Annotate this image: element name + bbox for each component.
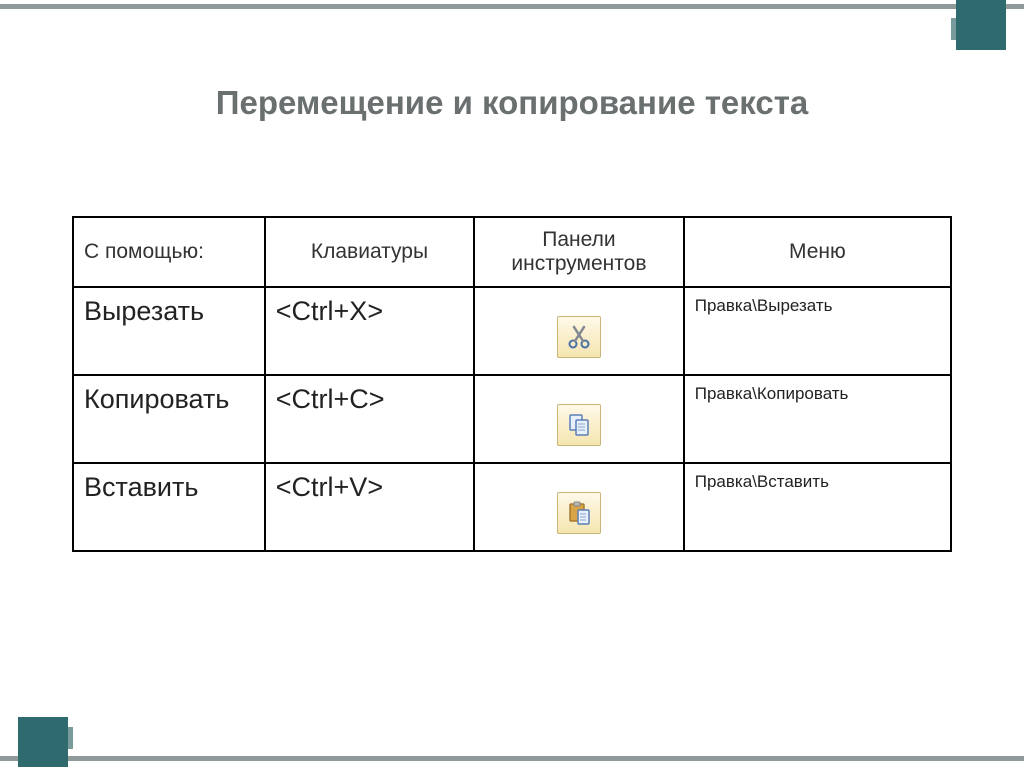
cell-key: <Ctrl+C> xyxy=(265,375,474,463)
cell-toolbar xyxy=(474,375,684,463)
cell-key: <Ctrl+V> xyxy=(265,463,474,551)
shortcuts-table: С помощью: Клавиатуры Панели инструменто… xyxy=(72,216,952,552)
cell-menu: Правка\Вставить xyxy=(684,463,951,551)
decor-top-square xyxy=(956,0,1006,50)
header-cell-toolbar: Панели инструментов xyxy=(474,217,684,287)
cell-action: Копировать xyxy=(73,375,265,463)
table-header-row: С помощью: Клавиатуры Панели инструменто… xyxy=(73,217,951,287)
table-row: Вырезать <Ctrl+X> Правка\Вырезать xyxy=(73,287,951,375)
cell-menu: Правка\Копировать xyxy=(684,375,951,463)
header-cell-help: С помощью: xyxy=(73,217,265,287)
decor-bottom-square xyxy=(18,717,68,767)
header-cell-menu: Меню xyxy=(684,217,951,287)
cell-action: Вырезать xyxy=(73,287,265,375)
cell-toolbar xyxy=(474,463,684,551)
cell-menu: Правка\Вырезать xyxy=(684,287,951,375)
paste-icon xyxy=(557,492,601,534)
cell-key: <Ctrl+X> xyxy=(265,287,474,375)
cut-icon xyxy=(557,316,601,358)
decor-top-bar xyxy=(0,4,1024,9)
cell-toolbar xyxy=(474,287,684,375)
table-row: Копировать <Ctrl+C> Правка\Копировать xyxy=(73,375,951,463)
decor-bottom-bar xyxy=(0,756,1024,761)
cell-action: Вставить xyxy=(73,463,265,551)
table-row: Вставить <Ctrl+V> Правка\Вставить xyxy=(73,463,951,551)
header-cell-keyboard: Клавиатуры xyxy=(265,217,474,287)
page-title: Перемещение и копирование текста xyxy=(0,84,1024,122)
copy-icon xyxy=(557,404,601,446)
